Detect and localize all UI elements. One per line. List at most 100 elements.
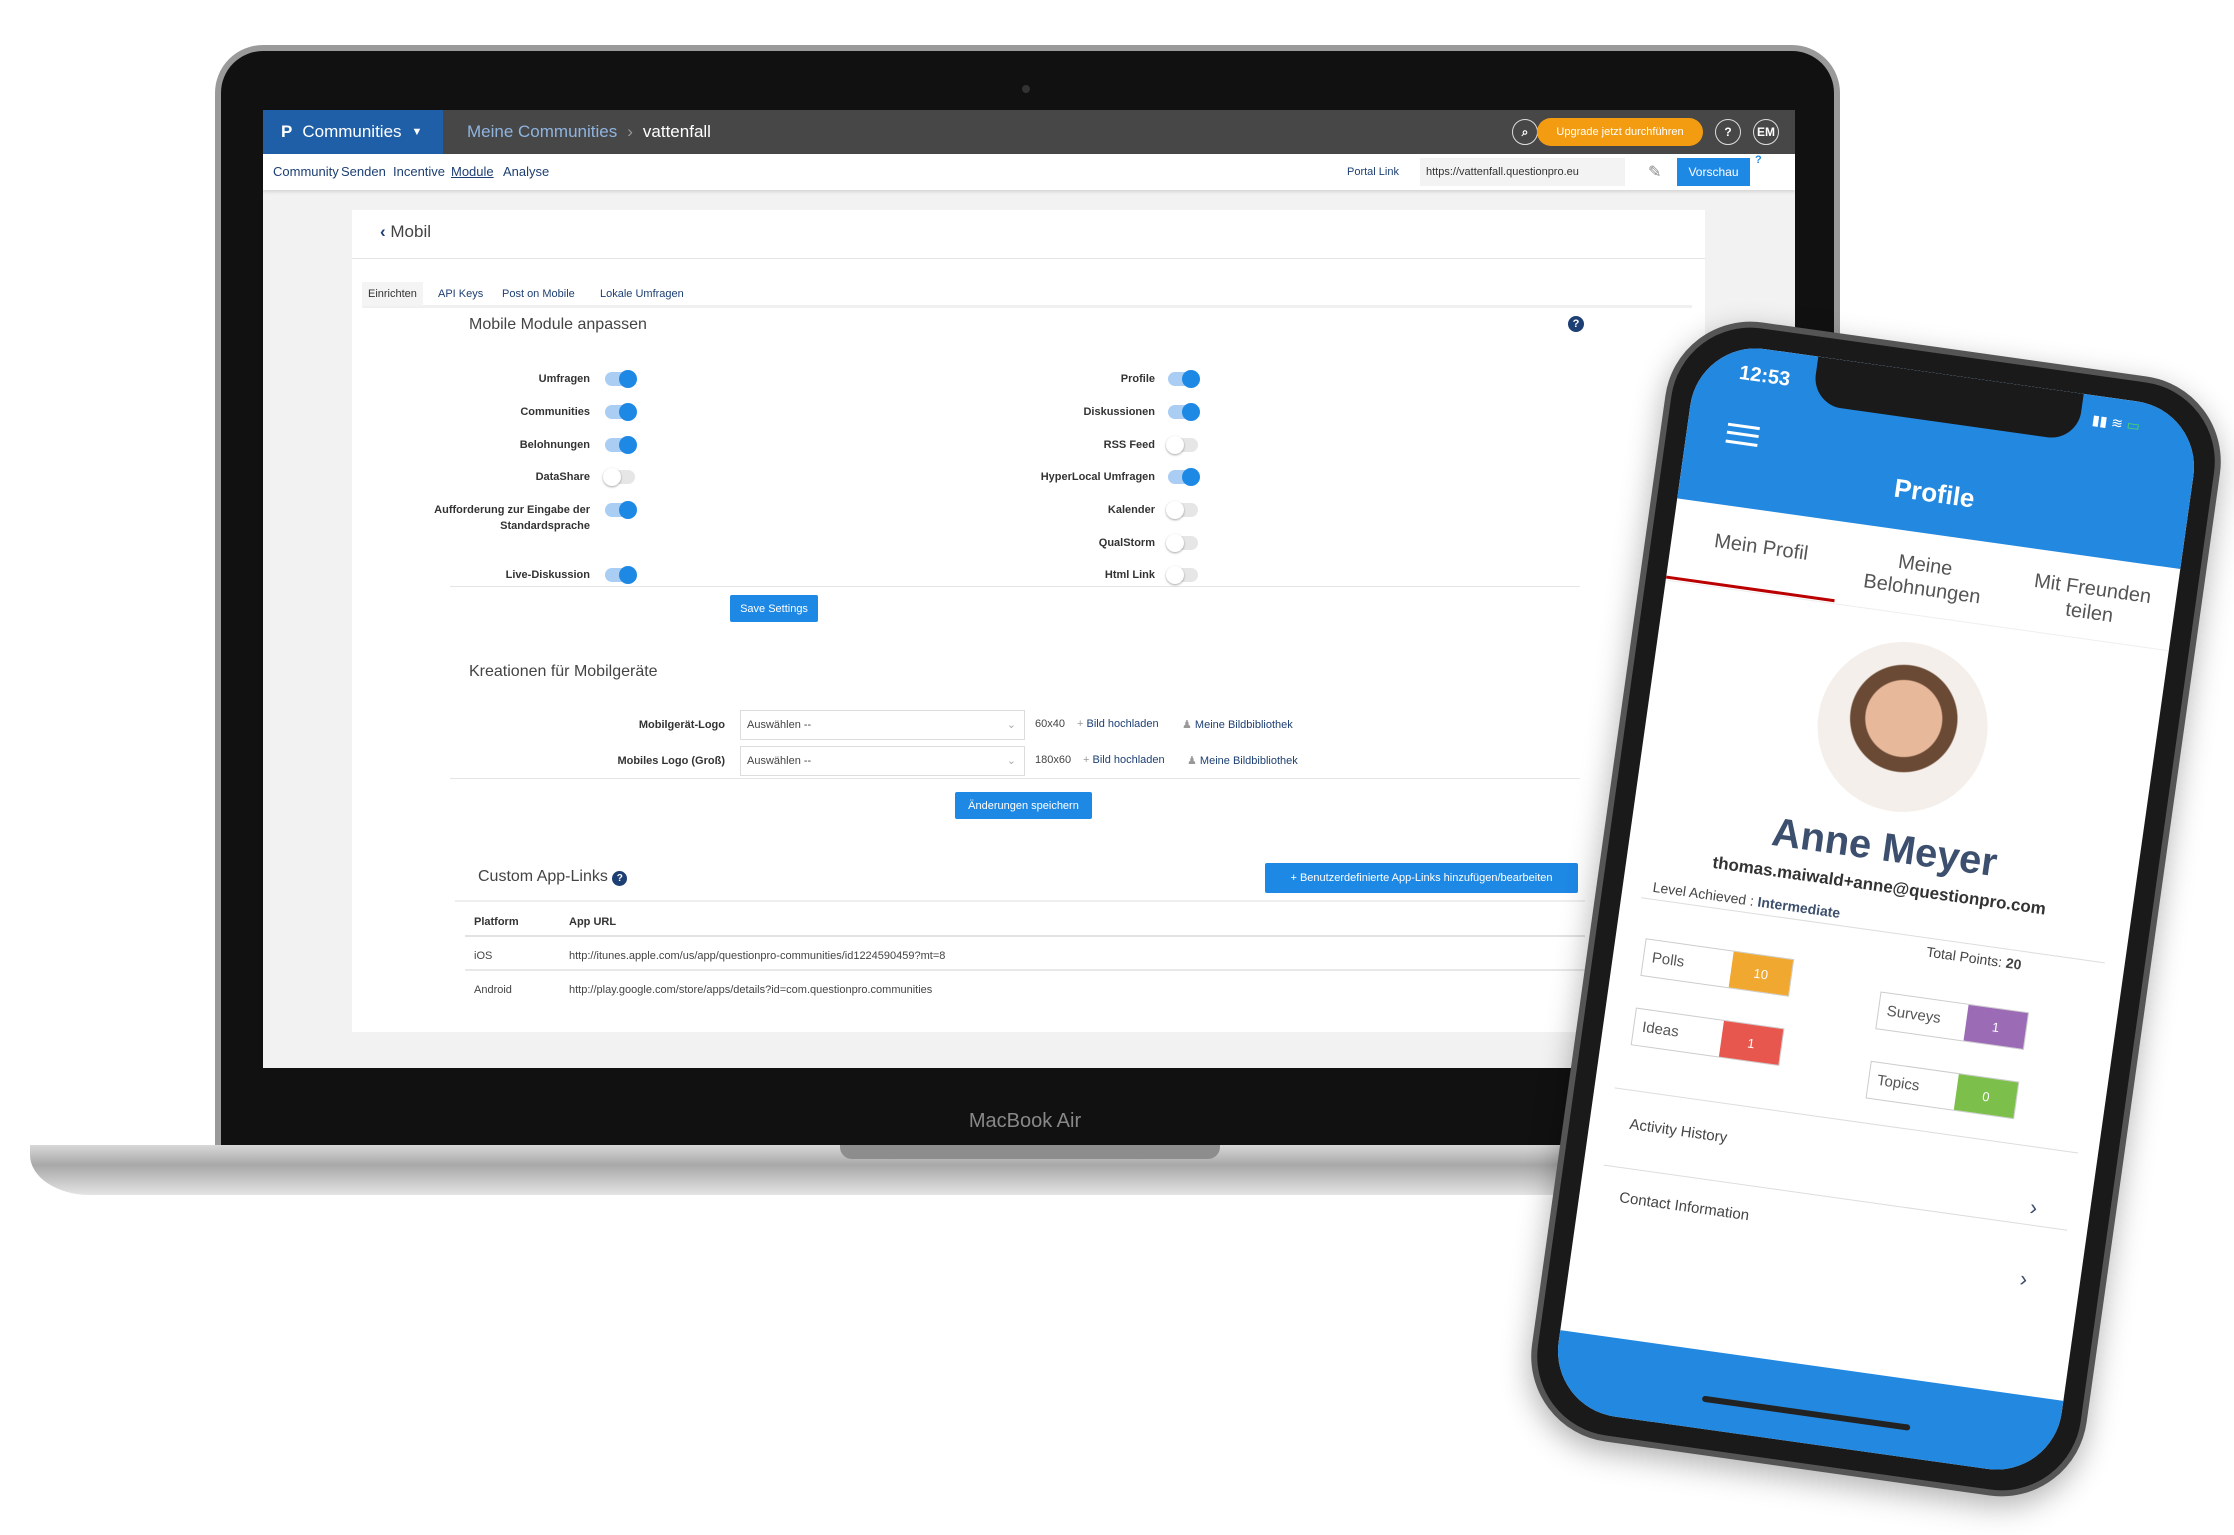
nav-analyse[interactable]: Analyse [503, 154, 549, 190]
help-button[interactable]: ? [1715, 119, 1741, 145]
section-title: Custom App-Links ? [478, 868, 628, 886]
bottom-bar [1549, 1330, 2064, 1479]
module-toggle[interactable] [603, 468, 635, 486]
product-switcher[interactable]: P Communities ▼ [263, 110, 443, 154]
module-toggle[interactable] [605, 501, 637, 519]
user-icon: ♟ [1182, 719, 1195, 731]
module-toggle[interactable] [1168, 403, 1200, 421]
module-toggle[interactable] [1166, 534, 1198, 552]
preview-button[interactable]: Vorschau [1677, 158, 1750, 186]
stat-box: Topics 0 [1865, 1060, 2020, 1120]
module-toggle[interactable] [1166, 501, 1198, 519]
laptop-screen: P Communities ▼ Meine Communities › vatt… [263, 110, 1795, 1068]
profile-avatar [1806, 630, 1999, 823]
camera [1022, 85, 1030, 93]
module-toggle[interactable] [1168, 468, 1200, 486]
avatar[interactable]: EM [1753, 119, 1779, 145]
field-label: Mobiles Logo (Groß) [617, 755, 725, 767]
stat-box: Ideas 1 [1630, 1007, 1785, 1067]
tab-mit-freunden-teilen[interactable]: Mit Freunden teilen [2004, 565, 2177, 636]
pencil-icon[interactable]: ✎ [1648, 162, 1661, 182]
tab-api-keys[interactable]: API Keys [432, 282, 489, 306]
chevron-down-icon: ⌄ [1006, 755, 1016, 767]
phone-notch [1811, 356, 2084, 442]
module-toggle[interactable] [1168, 370, 1200, 388]
active-tab-indicator [1665, 575, 1835, 603]
status-time: 12:53 [1737, 361, 1792, 391]
chevron-down-icon: ⌄ [1006, 719, 1016, 731]
user-icon: ♟ [1187, 755, 1200, 767]
add-app-links-button[interactable]: + Benutzerdefinierte App-Links hinzufüge… [1265, 863, 1578, 893]
status-icons: ▮▮ ≋ ▭ [2091, 411, 2142, 434]
module-toggle[interactable] [605, 566, 637, 584]
help-icon[interactable]: ? [1755, 154, 1762, 166]
module-toggle[interactable] [605, 403, 637, 421]
chevron-right-icon[interactable]: › [2028, 1194, 2039, 1221]
search-icon[interactable]: ⌕ [1512, 119, 1538, 145]
size-hint: 180x60 [1035, 754, 1072, 766]
tab-lokale-umfragen[interactable]: Lokale Umfragen [594, 282, 690, 306]
chevron-right-icon[interactable]: › [2018, 1266, 2029, 1293]
module-toggle[interactable] [1166, 566, 1198, 584]
upgrade-button[interactable]: Upgrade jetzt durchführen [1537, 118, 1703, 146]
chevron-left-icon: ‹ [380, 222, 391, 241]
nav-bar: Community Senden Incentive Module Analys… [263, 154, 1795, 190]
tab-meine-belohnungen[interactable]: Meine Belohnungen [1836, 542, 2011, 613]
column-header: Platform [474, 916, 519, 928]
toggle-label: Diskussionen [1083, 406, 1155, 418]
settings-card: ‹ Mobil Einrichten API Keys Post on Mobi… [352, 210, 1705, 1032]
nav-module[interactable]: Module [451, 154, 494, 190]
toggle-label: Communities [520, 406, 590, 418]
toggle-label: Aufforderung zur Eingabe der Standardspr… [434, 504, 590, 532]
module-toggle[interactable] [605, 370, 637, 388]
chevron-right-icon: › [627, 122, 633, 141]
nav-senden[interactable]: Senden [341, 154, 386, 190]
nav-community[interactable]: Community [273, 154, 339, 190]
help-icon[interactable]: ? [1568, 316, 1584, 332]
nav-incentive[interactable]: Incentive [393, 154, 445, 190]
tab-bar: Einrichten API Keys Post on Mobile Lokal… [362, 282, 1692, 308]
breadcrumb: Meine Communities › vattenfall [467, 110, 711, 154]
breadcrumb-parent[interactable]: Meine Communities [467, 122, 617, 142]
device-label: MacBook Air [968, 1110, 1082, 1132]
section-title: Kreationen für Mobilgeräte [469, 663, 658, 680]
caret-down-icon: ▼ [411, 126, 423, 138]
field-label: Mobilgerät-Logo [638, 719, 725, 731]
help-icon[interactable]: ? [612, 871, 628, 886]
toggle-label: HyperLocal Umfragen [1040, 471, 1155, 483]
library-link[interactable]: ♟ Meine Bildbibliothek [1182, 718, 1293, 731]
toggle-label: Belohnungen [519, 439, 590, 451]
logo-select[interactable]: Auswählen -- ⌄ [740, 710, 1025, 740]
save-settings-button[interactable]: Save Settings [730, 595, 818, 622]
module-toggle[interactable] [1166, 436, 1198, 454]
stat-box: Polls 10 [1640, 938, 1795, 997]
portal-link-dropdown[interactable]: Portal Link [1347, 154, 1399, 190]
toggle-label: QualStorm [1098, 537, 1155, 549]
toggle-label: Kalender [1107, 504, 1155, 516]
toggle-label: Html Link [1104, 569, 1155, 581]
portal-url-field[interactable]: https://vattenfall.questionpro.eu [1420, 158, 1625, 186]
list-item-activity-history[interactable]: Activity History [1628, 1116, 1728, 1147]
toggle-label: DataShare [535, 471, 590, 483]
app-title: Profile [1892, 472, 1977, 514]
top-bar: P Communities ▼ Meine Communities › vatt… [263, 110, 1795, 154]
tab-post-on-mobile[interactable]: Post on Mobile [496, 282, 581, 306]
list-item-contact-information[interactable]: Contact Information [1618, 1189, 1750, 1224]
upload-link[interactable]: + Bild hochladen [1083, 754, 1165, 766]
back-link[interactable]: ‹ Mobil [380, 222, 431, 242]
logo-icon: P [281, 122, 293, 141]
module-toggle[interactable] [605, 436, 637, 454]
hamburger-menu-icon[interactable] [1725, 422, 1760, 447]
stat-box: Surveys 1 [1875, 991, 2030, 1050]
library-link[interactable]: ♟ Meine Bildbibliothek [1187, 754, 1298, 767]
tab-mein-profil[interactable]: Mein Profil [1680, 524, 1842, 570]
column-header: App URL [569, 916, 617, 928]
tab-einrichten[interactable]: Einrichten [362, 282, 423, 306]
toggle-label: Umfragen [538, 373, 590, 385]
section-title: Mobile Module anpassen [469, 316, 647, 333]
plus-icon: + [1290, 872, 1300, 884]
size-hint: 60x40 [1035, 718, 1065, 730]
upload-link[interactable]: + Bild hochladen [1077, 718, 1159, 730]
logo-select[interactable]: Auswählen -- ⌄ [740, 746, 1025, 776]
save-changes-button[interactable]: Änderungen speichern [955, 792, 1092, 819]
